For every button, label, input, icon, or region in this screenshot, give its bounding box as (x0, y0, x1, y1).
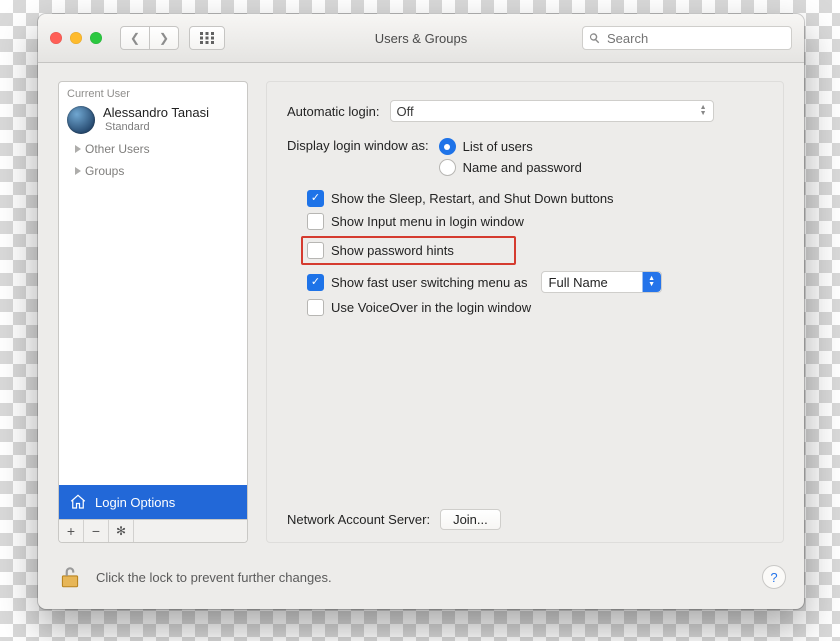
sidebar-toolbar: + − ✻ (59, 519, 247, 542)
add-user-button[interactable]: + (59, 520, 84, 542)
close-window[interactable] (50, 32, 62, 44)
checkbox-input-menu[interactable]: Show Input menu in login window (307, 213, 763, 230)
remove-user-button[interactable]: − (84, 520, 109, 542)
search-icon (589, 32, 600, 44)
checkbox-icon (307, 299, 324, 316)
zoom-window[interactable] (90, 32, 102, 44)
current-user-row[interactable]: Alessandro Tanasi Standard (59, 102, 247, 138)
minimize-window[interactable] (70, 32, 82, 44)
fast-switch-select[interactable]: Full Name ▲▼ (541, 271, 662, 293)
home-icon (69, 493, 87, 511)
network-server-label: Network Account Server: (287, 512, 430, 527)
chevron-right-icon (75, 167, 81, 175)
sidebar-item-other-users[interactable]: Other Users (59, 138, 247, 160)
checkbox-password-hints[interactable]: Show password hints (307, 242, 454, 259)
lock-message: Click the lock to prevent further change… (96, 570, 332, 585)
checkbox-icon (307, 213, 324, 230)
sidebar-item-label: Login Options (95, 495, 175, 510)
radio-name-password[interactable]: Name and password (439, 159, 582, 176)
radio-list-of-users[interactable]: List of users (439, 138, 582, 155)
window-controls (50, 32, 102, 44)
avatar (67, 106, 95, 134)
sidebar-header-current: Current User (59, 82, 247, 102)
search-input[interactable] (605, 30, 785, 47)
highlight-annotation: Show password hints (301, 236, 516, 265)
window-footer: Click the lock to prevent further change… (38, 553, 804, 609)
user-role: Standard (103, 121, 209, 134)
titlebar: ❮ ❯ Users & Groups (38, 14, 804, 63)
checkbox-voiceover[interactable]: Use VoiceOver in the login window (307, 299, 763, 316)
checkbox-fast-user-switching[interactable]: Show fast user switching menu as Full Na… (307, 271, 763, 293)
sidebar-item-label: Groups (85, 164, 124, 178)
checkbox-label: Show fast user switching menu as (331, 275, 528, 290)
checkbox-sleep-restart[interactable]: Show the Sleep, Restart, and Shut Down b… (307, 190, 763, 207)
sidebar-item-groups[interactable]: Groups (59, 160, 247, 182)
user-full-name: Alessandro Tanasi (103, 106, 209, 121)
automatic-login-select[interactable]: Off ▲▼ (390, 100, 714, 122)
checkbox-label: Use VoiceOver in the login window (331, 300, 531, 315)
preferences-window: ❮ ❯ Users & Groups Current User (38, 14, 804, 609)
sidebar-item-login-options[interactable]: Login Options (59, 485, 247, 519)
lock-open-icon (57, 564, 83, 590)
select-value: Full Name (549, 275, 608, 290)
stepper-icon: ▲▼ (642, 272, 661, 292)
radio-icon (439, 138, 456, 155)
users-sidebar: Current User Alessandro Tanasi Standard … (58, 81, 248, 543)
radio-label: Name and password (463, 160, 582, 175)
checkbox-icon (307, 274, 324, 291)
user-actions-button[interactable]: ✻ (109, 520, 134, 542)
radio-label: List of users (463, 139, 533, 154)
search-field[interactable] (582, 26, 792, 50)
checkbox-label: Show Input menu in login window (331, 214, 524, 229)
checkbox-label: Show password hints (331, 243, 454, 258)
checkbox-icon (307, 190, 324, 207)
nav-buttons: ❮ ❯ (120, 26, 179, 50)
chevron-right-icon (75, 145, 81, 153)
lock-button[interactable] (56, 563, 84, 591)
join-button[interactable]: Join... (440, 509, 501, 530)
settings-panel: Automatic login: Off ▲▼ Display login wi… (266, 81, 784, 543)
select-value: Off (397, 104, 414, 119)
grid-icon (200, 32, 214, 44)
back-button[interactable]: ❮ (120, 26, 150, 50)
help-button[interactable]: ? (762, 565, 786, 589)
stepper-icon: ▲▼ (700, 105, 707, 117)
forward-button[interactable]: ❯ (150, 26, 179, 50)
display-login-label: Display login window as: (287, 138, 429, 153)
radio-icon (439, 159, 456, 176)
window-body: Current User Alessandro Tanasi Standard … (38, 63, 804, 553)
checkbox-icon (307, 242, 324, 259)
automatic-login-label: Automatic login: (287, 104, 380, 119)
show-all-button[interactable] (189, 26, 225, 50)
sidebar-item-label: Other Users (85, 142, 150, 156)
checkbox-label: Show the Sleep, Restart, and Shut Down b… (331, 191, 614, 206)
